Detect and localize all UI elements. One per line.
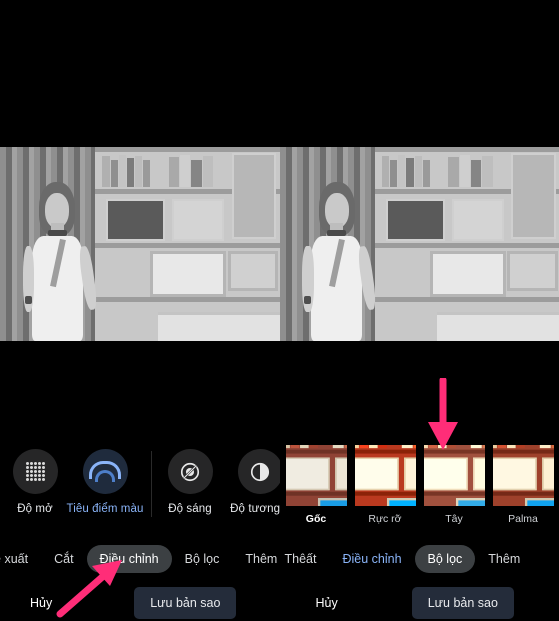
filter-thumbnail[interactable]: [493, 445, 554, 506]
filter-thumbnail[interactable]: [355, 445, 416, 506]
filters-action-bar: Hủy Lưu bản sao: [280, 584, 559, 621]
filter-label: Tây: [445, 513, 463, 525]
photo-preview-right[interactable]: [280, 147, 559, 341]
filter-label: Palma: [508, 513, 538, 525]
tab-more[interactable]: Thêm: [232, 545, 279, 573]
filter-thumbnail[interactable]: [424, 445, 485, 506]
tool-blur[interactable]: Độ mở: [0, 449, 70, 515]
tab-adjust[interactable]: Điều chỉnh: [87, 545, 172, 573]
adjust-editor-pane: Độ mở Tiêu điểm màu: [0, 341, 280, 621]
save-copy-button[interactable]: Lưu bản sao: [134, 587, 236, 619]
filter-palma[interactable]: Palma: [493, 445, 554, 525]
photo-preview-left[interactable]: [0, 147, 280, 341]
tab-crop[interactable]: Cắt: [41, 545, 86, 573]
tab-adjust-right[interactable]: Điều chỉnh: [329, 545, 414, 573]
tool-label: Độ tương p: [230, 503, 279, 515]
tool-label: Tiêu điểm màu: [67, 503, 144, 515]
photo-scene: [0, 147, 280, 341]
tab-filters[interactable]: Bộ lọc: [172, 545, 233, 573]
tool-contrast[interactable]: Độ tương p: [225, 449, 280, 515]
tool-label: Độ sáng: [168, 503, 212, 515]
tools-divider: [151, 451, 152, 517]
tab-suggest[interactable]: Đề xuất: [0, 545, 41, 573]
cancel-button[interactable]: Hủy: [16, 588, 66, 618]
adjust-tab-row: Đề xuất Cắt Điều chỉnh Bộ lọc Thêm: [0, 543, 280, 575]
rainbow-arc-icon: [83, 449, 128, 494]
adjust-tools-row: Độ mở Tiêu điểm màu: [0, 449, 280, 527]
tool-label: Độ mở: [17, 503, 53, 515]
cancel-button-right[interactable]: Hủy: [302, 588, 352, 618]
tab-filters-right[interactable]: Bộ lọc: [415, 545, 476, 573]
tab-crop-right[interactable]: Thêất: [280, 545, 330, 573]
screenshot-root: Độ mở Tiêu điểm màu: [0, 0, 559, 621]
photo-preview-strip: [0, 147, 559, 341]
editor-panes: Độ mở Tiêu điểm màu: [0, 341, 559, 621]
filter-label: Gốc: [306, 513, 326, 525]
filters-tab-row: Thêất Điều chỉnh Bộ lọc Thêm: [280, 543, 534, 575]
filter-label: Rực rỡ: [368, 513, 401, 525]
filter-ruc-ro[interactable]: Rực rỡ: [355, 445, 416, 525]
filters-editor-pane: Gốc: [280, 341, 559, 621]
filter-tay[interactable]: Tây: [424, 445, 485, 525]
tab-more-right[interactable]: Thêm: [475, 545, 533, 573]
filter-goc[interactable]: Gốc: [286, 445, 347, 525]
dot-grid-icon: [13, 449, 58, 494]
photo-scene: [280, 147, 559, 341]
tool-brightness[interactable]: Độ sáng: [155, 449, 225, 515]
filter-thumbnail-row[interactable]: Gốc: [286, 445, 559, 537]
brightness-icon: [168, 449, 213, 494]
save-copy-button-right[interactable]: Lưu bản sao: [412, 587, 514, 619]
contrast-icon: [238, 449, 280, 494]
tool-color-focus[interactable]: Tiêu điểm màu: [70, 449, 140, 515]
adjust-action-bar: Hủy Lưu bản sao: [0, 584, 280, 621]
filter-thumbnail[interactable]: [286, 445, 347, 506]
